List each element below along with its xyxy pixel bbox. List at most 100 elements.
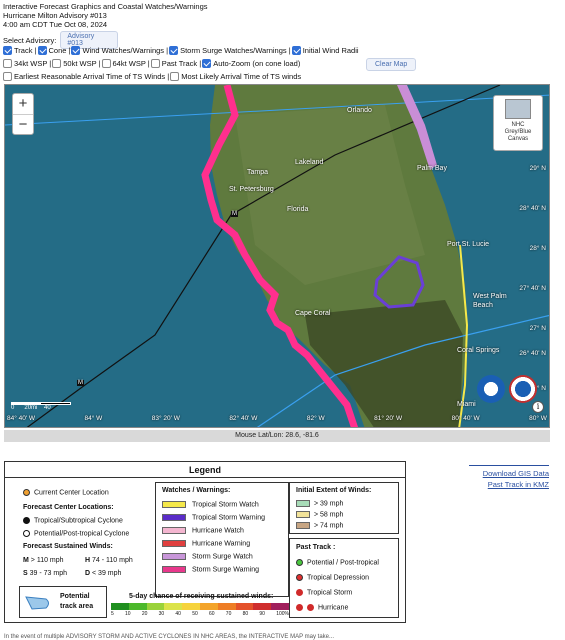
lat-label: 27° N <box>529 325 546 332</box>
legend-past-hurricane: Hurricane <box>296 604 348 611</box>
option-track[interactable]: Track | <box>3 46 37 55</box>
checkbox[interactable] <box>37 46 47 55</box>
advisory-time: 4:00 am CDT Tue Oct 08, 2024 <box>3 20 108 29</box>
legend-ts-watch: Tropical Storm Watch <box>162 501 259 508</box>
option-auto-zoom[interactable]: Auto-Zoom (on cone load) <box>202 59 300 68</box>
longitude-labels: 84° 40' W 84° W 83° 20' W 82° 40' W 82° … <box>7 415 547 422</box>
legend-wind-d: D < 39 mph <box>85 570 122 577</box>
place-lakeland: Lakeland <box>295 159 324 166</box>
options-row-3: Earliest Reasonable Arrival Time of TS W… <box>3 72 301 81</box>
legend-tropical: Tropical/Subtropical Cyclone <box>23 517 123 524</box>
legend-wind-h: H 74 - 110 mph <box>85 557 133 564</box>
place-florida: Florida <box>287 206 309 213</box>
past-track-kmz-link[interactable]: Past Track in KMZ <box>469 479 549 490</box>
footer-note: In the event of multiple ADVISORY STORM … <box>4 634 334 640</box>
option-storm-surge[interactable]: Storm Surge Watches/Warnings | <box>169 46 291 55</box>
cone-icon <box>25 596 49 610</box>
option-past-track[interactable]: Past Track | <box>150 59 201 68</box>
checkbox[interactable] <box>170 72 180 81</box>
checkbox[interactable] <box>71 46 81 55</box>
legend-current-center: Current Center Location <box>23 489 109 496</box>
map-canvas <box>5 85 549 427</box>
nws-logo <box>509 375 537 403</box>
place-port-st-lucie: Port St. Lucie <box>447 241 490 248</box>
download-links: Download GIS Data Past Track in KMZ <box>469 465 549 490</box>
chance-gradient-bar <box>111 603 289 610</box>
current-center-icon <box>23 489 30 496</box>
legend-hurricane-warning: Hurricane Warning <box>162 540 250 547</box>
legend-ts-warning: Tropical Storm Warning <box>162 514 265 521</box>
checkbox[interactable] <box>3 72 12 81</box>
advisory-title: Hurricane Milton Advisory #013 <box>3 11 107 20</box>
watches-warnings-box: Watches / Warnings: Tropical Storm Watch… <box>155 482 289 597</box>
forecast-map[interactable]: + − NHC Grey/Blue Canvas Orlando Tampa L… <box>4 84 550 428</box>
legend-sustained-winds: Forecast Sustained Winds: <box>23 543 113 550</box>
storm-position-marker[interactable]: M <box>231 211 238 217</box>
option-wind-watches[interactable]: Wind Watches/Warnings | <box>71 46 168 55</box>
checkbox[interactable] <box>3 59 12 68</box>
page-title: Interactive Forecast Graphics and Coasta… <box>3 2 208 11</box>
checkbox[interactable] <box>291 46 301 55</box>
legend-panel: Legend Current Center Location Forecast … <box>4 461 406 623</box>
initial-extent-box: Initial Extent of Winds: > 39 mph > 58 m… <box>289 482 399 534</box>
option-most-likely-arrival[interactable]: Most Likely Arrival Time of TS winds <box>170 72 301 81</box>
option-wind-radii[interactable]: Initial Wind Radii <box>291 46 359 55</box>
options-row-2: 34kt WSP | 50kt WSP | 64kt WSP | Past Tr… <box>3 59 300 68</box>
checkbox[interactable] <box>202 59 212 68</box>
checkbox[interactable] <box>169 46 179 55</box>
legend-title: Legend <box>188 465 221 475</box>
lat-label: 29° N <box>529 165 546 172</box>
checkbox[interactable] <box>52 59 62 68</box>
place-beach: Beach <box>473 302 493 309</box>
zoom-out-button[interactable]: − <box>13 114 33 134</box>
basemap-toggle-button[interactable]: NHC Grey/Blue Canvas <box>493 95 543 151</box>
place-west-palm: West Palm <box>473 293 507 300</box>
option-earliest-arrival[interactable]: Earliest Reasonable Arrival Time of TS W… <box>3 72 169 81</box>
hurricane-icon <box>296 604 303 611</box>
tropical-cyclone-icon <box>23 517 30 524</box>
place-palm-bay: Palm Bay <box>417 165 447 172</box>
legend-wind-m: M > 110 mph <box>23 557 64 564</box>
legend-past-ts: Tropical Storm <box>296 589 352 596</box>
forecast-position-marker[interactable]: M <box>77 380 84 386</box>
download-gis-link[interactable]: Download GIS Data <box>469 468 549 479</box>
zoom-in-button[interactable]: + <box>13 94 33 114</box>
lat-label: 27° 40' N <box>519 285 546 292</box>
option-64kt[interactable]: 64kt WSP | <box>101 59 150 68</box>
option-cone[interactable]: Cone | <box>37 46 70 55</box>
checkbox[interactable] <box>3 46 12 55</box>
legend-hurricane-watch: Hurricane Watch <box>162 527 244 534</box>
legend-extent-74: > 74 mph <box>296 522 343 529</box>
place-st-petersburg: St. Petersburg <box>229 186 274 193</box>
zoom-control: + − <box>12 93 34 135</box>
chance-gradient-ticks: 5 10 20 30 40 50 60 70 80 90 100% <box>111 611 289 617</box>
legend-surge-watch: Storm Surge Watch <box>162 553 253 560</box>
past-track-box: Past Track : Potential / Post-tropical T… <box>289 538 399 618</box>
legend-extent-58: > 58 mph <box>296 511 343 518</box>
place-orlando: Orlando <box>347 107 372 114</box>
legend-past-td: Tropical Depression <box>296 574 369 581</box>
potential-track-box: Potential track area <box>19 586 107 618</box>
legend-wind-s: S 39 - 73 mph <box>23 570 67 577</box>
noaa-logo <box>477 375 505 403</box>
clear-map-button[interactable]: Clear Map <box>366 58 417 71</box>
tropical-storm-icon <box>296 589 303 596</box>
option-50kt[interactable]: 50kt WSP | <box>52 59 101 68</box>
option-34kt[interactable]: 34kt WSP | <box>3 59 51 68</box>
legend-past-post-tropical: Potential / Post-tropical <box>296 559 379 566</box>
advisory-select-label: Select Advisory: <box>3 35 57 45</box>
checkbox[interactable] <box>150 59 160 68</box>
lat-label: 28° 40' N <box>519 205 546 212</box>
checkbox[interactable] <box>101 59 111 68</box>
info-icon[interactable]: i <box>532 401 544 413</box>
legend-forecast-locations: Forecast Center Locations: <box>23 504 114 511</box>
lat-label: 28° N <box>529 245 546 252</box>
map-scale-bar: 0 20mi 40 <box>11 402 71 411</box>
basemap-thumbnail <box>505 99 531 119</box>
hurricane-icon <box>307 604 314 611</box>
legend-surge-warning: Storm Surge Warning <box>162 566 259 573</box>
everglades-dark <box>305 300 463 427</box>
page-header: Interactive Forecast Graphics and Coasta… <box>3 2 208 29</box>
lat-label: 26° 40' N <box>519 350 546 357</box>
legend-extent-39: > 39 mph <box>296 500 343 507</box>
